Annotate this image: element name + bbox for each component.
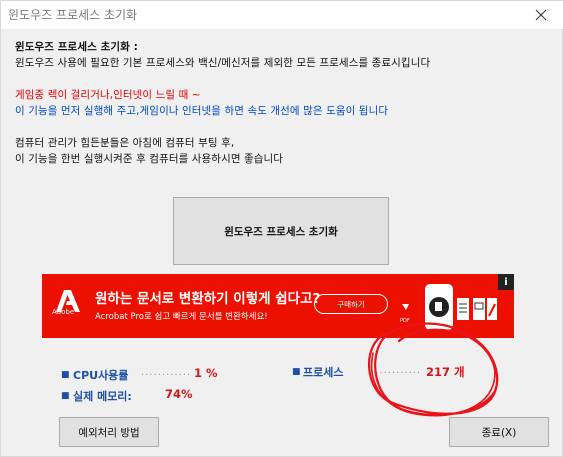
memory-bullet: ■ [61, 391, 70, 401]
adobe-ad-banner[interactable]: Adobe 원하는 문서로 변환하기 이렇게 쉽다고? Acrobat Pro로… [42, 274, 514, 338]
pdf-doc-icon: PDF [397, 296, 415, 326]
cpu-label: CPU사용률 [73, 369, 129, 382]
process-value: 217 개 [426, 365, 465, 379]
tip-line-2: 이 기능을 한번 실행시켜준 후 컴퓨터를 사용하시면 좋습니다 [15, 153, 284, 165]
exception-guide-button[interactable]: 예외처리 방법 [59, 417, 159, 447]
close-icon [535, 9, 547, 21]
process-bullet: ■ [292, 367, 301, 377]
title-bar: 윈도우즈 프로세스 초기화 [1, 1, 563, 29]
ad-subline: Acrobat Pro로 쉽고 빠르게 문서를 변환하세요! [95, 312, 268, 322]
app-window: 윈도우즈 프로세스 초기화 윈도우즈 프로세스 초기화 : 윈도우즈 사용에 필… [0, 0, 563, 457]
window-title: 윈도우즈 프로세스 초기화 [8, 8, 138, 22]
exit-button[interactable]: 종료(X) [449, 417, 549, 447]
adobe-logo-icon [56, 290, 80, 312]
spreadsheet-doc-icon [457, 298, 469, 320]
ad-buy-button[interactable]: 구매하기 [314, 294, 388, 314]
cpu-value: 1 % [194, 366, 218, 380]
ad-info-icon[interactable]: i [498, 274, 514, 290]
reset-processes-button[interactable]: 윈도우즈 프로세스 초기화 [173, 197, 389, 265]
intro-description: 윈도우즈 사용에 필요한 기본 프로세스와 백신/메신저를 제외한 모든 프로세… [15, 57, 431, 69]
process-label: 프로세스 [303, 366, 344, 379]
ad-document-icons: PDF [397, 284, 497, 330]
memory-value: 74% [165, 387, 193, 401]
game-heading: 게임중 렉이 걸리거나,인터넷이 느릴 때 ~ [15, 89, 201, 101]
acrobat-app-icon [425, 284, 453, 330]
pdf-text: PDF [400, 318, 410, 324]
game-description: 이 기능을 먼저 실행해 주고,게임이나 인터넷을 하면 속도 개선에 많은 도… [15, 105, 389, 117]
intro-heading: 윈도우즈 프로세스 초기화 : [15, 41, 138, 53]
close-button[interactable] [518, 1, 563, 29]
cpu-dots: ............ [141, 367, 192, 378]
tip-line-1: 컴퓨터 관리가 힘든분들은 아침에 컴퓨터 부팅 후, [15, 137, 235, 149]
memory-label: 실제 메모리: [73, 390, 132, 403]
edit-doc-icon [487, 298, 497, 320]
cpu-bullet: ■ [61, 370, 70, 380]
ad-headline: 원하는 문서로 변환하기 이렇게 쉽다고? [95, 291, 321, 307]
adobe-brand-text: Adobe [52, 308, 75, 316]
presentation-doc-icon [473, 298, 485, 320]
process-dots: ............ [371, 365, 422, 376]
